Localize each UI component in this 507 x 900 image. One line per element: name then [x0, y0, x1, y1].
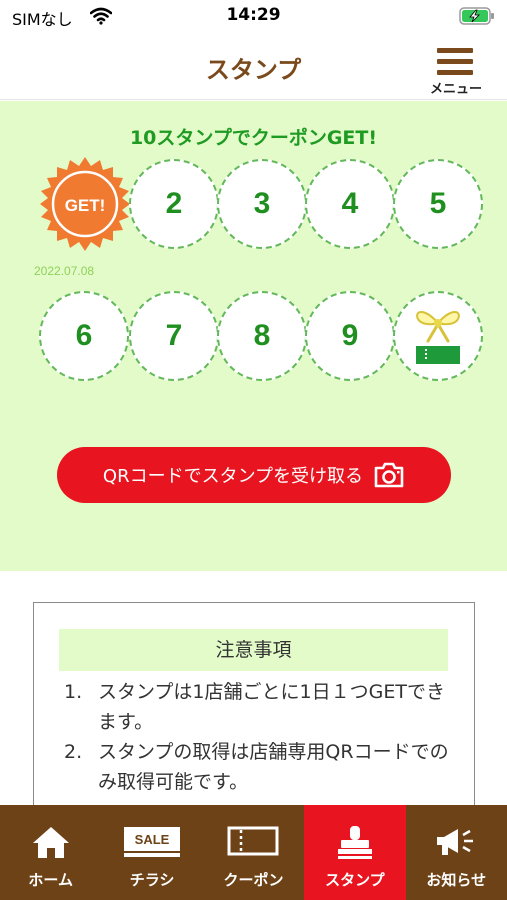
stamp-slot-3: 3	[217, 159, 307, 249]
stamp-date: 2022.07.08	[34, 264, 95, 278]
stamp-slot-2: 2	[129, 159, 219, 249]
coupon-ticket-icon	[227, 826, 279, 856]
notes-list: 1. スタンプは1店舗ごとに1日１つGETできます。 2. スタンプの取得は店舗専用…	[60, 677, 450, 797]
note-item: 1. スタンプは1店舗ごとに1日１つGETできます。	[64, 681, 445, 733]
battery-charging-icon	[459, 7, 494, 25]
tab-home[interactable]: ホーム	[0, 805, 101, 900]
menu-label: メニュー	[429, 82, 482, 97]
get-stamp-badge: GET!	[40, 157, 130, 251]
notes-title: 注意事項	[59, 629, 448, 671]
stamp-slot-7: 7	[129, 291, 219, 381]
home-icon	[32, 827, 69, 858]
app-header: スタンプ メニュー	[0, 34, 507, 100]
status-time: 14:29	[226, 5, 281, 25]
stamp-slot-5: 5	[393, 159, 483, 249]
tab-flyer[interactable]: SALE チラシ	[101, 805, 202, 900]
notes-box: 注意事項 1. スタンプは1店舗ごとに1日１つGETできます。 2. スタンプの取得…	[33, 602, 475, 812]
get-badge-text: GET!	[65, 196, 106, 215]
stamp-slot-10-reward	[393, 291, 483, 381]
stamp-slot-9: 9	[305, 291, 395, 381]
stamp-slot-6: 6	[39, 291, 129, 381]
gift-coupon-icon	[416, 311, 460, 364]
stamp-card: 10スタンプでクーポンGET! GET! 2 3 4 5 2022.07.08 …	[0, 101, 507, 571]
tab-bar: ホーム SALE チラシ クーポン スタンプ お知らせ	[0, 805, 507, 900]
status-bar: SIMなし 14:29	[0, 0, 507, 34]
megaphone-icon	[437, 829, 474, 855]
stamp-icon	[337, 826, 372, 859]
sale-flyer-icon: SALE	[124, 827, 181, 857]
tab-coupon[interactable]: クーポン	[203, 805, 304, 900]
qr-scan-button[interactable]: QRコードでスタンプを受け取る	[57, 447, 451, 503]
tab-stamp[interactable]: スタンプ	[304, 805, 406, 900]
camera-icon	[374, 462, 404, 488]
stamp-card-heading: 10スタンプでクーポンGET!	[129, 127, 378, 149]
svg-text:SALE: SALE	[135, 832, 170, 847]
note-item: 2. スタンプの取得は店舗専用QRコードでのみ取得可能です。	[64, 741, 449, 793]
stamp-slot-4: 4	[305, 159, 395, 249]
hamburger-icon	[437, 48, 473, 76]
qr-button-label: QRコードでスタンプを受け取る	[102, 466, 364, 487]
stamp-slot-8: 8	[217, 291, 307, 381]
menu-button[interactable]: メニュー	[424, 46, 488, 100]
tab-news[interactable]: お知らせ	[406, 805, 507, 900]
